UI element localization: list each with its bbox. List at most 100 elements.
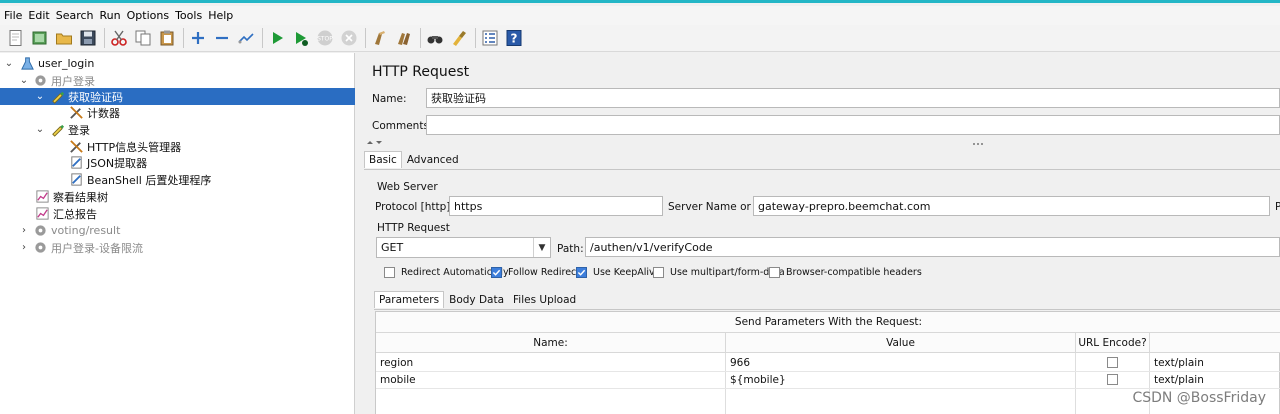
http-request-panel: HTTP Request Name: 获取验证码 Comments: Basic… <box>356 53 1280 414</box>
tools-icon <box>68 139 84 155</box>
column-header-value[interactable]: Value <box>726 332 1076 353</box>
comments-field[interactable] <box>426 115 1280 135</box>
stop-icon[interactable]: STOP <box>315 28 335 48</box>
chevron-down-icon[interactable]: ▼ <box>533 238 550 257</box>
table-cell-value[interactable]: 966 <box>726 354 1076 371</box>
multipart-checkbox[interactable]: Use multipart/form-data <box>653 267 785 278</box>
shutdown-icon[interactable] <box>339 28 359 48</box>
follow-redirects-checkbox[interactable]: Follow Redirects <box>491 267 585 278</box>
paste-icon[interactable] <box>157 28 177 48</box>
listener-icon <box>34 189 50 205</box>
tree-node-json-extractor[interactable]: JSON提取器 <box>0 154 355 171</box>
chevron-down-icon[interactable]: ⌄ <box>34 124 46 135</box>
browser-compatible-checkbox[interactable]: Browser-compatible headers <box>769 267 922 278</box>
tree-node-sampler[interactable]: ⌄ 登录 <box>0 121 355 138</box>
tree-node-beanshell[interactable]: BeanShell 后置处理程序 <box>0 171 355 188</box>
tree-node-sampler-selected[interactable]: ⌄ 获取验证码 <box>0 88 355 105</box>
tab-parameters[interactable]: Parameters <box>374 291 445 308</box>
post-processor-icon <box>68 172 84 188</box>
checkbox-unchecked-icon <box>384 267 395 278</box>
tree-node-counter[interactable]: 计数器 <box>0 104 355 121</box>
chevron-down-icon[interactable]: ⌄ <box>3 58 15 69</box>
menu-options[interactable]: Options <box>127 9 169 22</box>
split-divider[interactable] <box>362 139 1280 149</box>
toolbar-separator <box>475 28 476 48</box>
tree-node-header-manager[interactable]: HTTP信息头管理器 <box>0 138 355 155</box>
table-cell-content-type[interactable]: text/plain <box>1150 354 1280 371</box>
tree-node-label: 计数器 <box>87 106 120 120</box>
url-encode-checkbox[interactable] <box>1107 374 1118 385</box>
menu-search[interactable]: Search <box>56 9 94 22</box>
new-icon[interactable] <box>6 28 26 48</box>
gear-icon <box>32 240 48 256</box>
menu-help[interactable]: Help <box>208 9 233 22</box>
tree-node-root[interactable]: ⌄ user_login <box>0 55 355 72</box>
path-label: Path: <box>557 243 584 255</box>
tab-basic[interactable]: Basic <box>364 151 402 168</box>
search-icon[interactable] <box>425 28 445 48</box>
name-field[interactable]: 获取验证码 <box>426 88 1280 108</box>
tree-node-label: BeanShell 后置处理程序 <box>87 173 212 187</box>
tree-node-thread-group-2[interactable]: › voting/result <box>0 222 355 239</box>
column-header-encode[interactable]: URL Encode? <box>1076 332 1150 353</box>
use-keepalive-checkbox[interactable]: Use KeepAlive <box>576 267 661 278</box>
path-field[interactable]: /authen/v1/verifyCode <box>585 237 1280 257</box>
toolbar: STOP ? <box>0 25 1280 52</box>
table-cell-name[interactable]: region <box>376 354 726 371</box>
collapse-icon[interactable] <box>212 28 232 48</box>
tree-node-thread-group[interactable]: ⌄ 用户登录 <box>0 72 355 89</box>
clear-all-icon[interactable] <box>394 28 414 48</box>
checkbox-label: Use KeepAlive <box>593 267 661 278</box>
start-no-pause-icon[interactable] <box>291 28 311 48</box>
save-icon[interactable] <box>78 28 98 48</box>
tree-node-thread-group-3[interactable]: › 用户登录-设备限流 <box>0 239 355 256</box>
toolbar-separator <box>420 28 421 48</box>
method-select[interactable]: GET ▼ <box>376 237 551 258</box>
templates-icon[interactable] <box>30 28 50 48</box>
toolbar-separator <box>365 28 366 48</box>
tab-underline <box>374 309 1280 310</box>
tab-files-upload[interactable]: Files Upload <box>509 292 580 308</box>
redirect-automatically-checkbox[interactable]: Redirect Automatically <box>384 267 509 278</box>
tree-node-result-tree[interactable]: 察看结果树 <box>0 188 355 205</box>
cut-icon[interactable] <box>109 28 129 48</box>
menu-edit[interactable]: Edit <box>28 9 49 22</box>
table-cell-content-type[interactable]: text/plain <box>1150 371 1280 388</box>
open-icon[interactable] <box>54 28 74 48</box>
column-header-name[interactable]: Name: <box>376 332 726 353</box>
test-plan-tree[interactable]: ⌄ user_login ⌄ 用户登录 ⌄ 获取验证码 计数器 ⌄ 登录 HTT… <box>0 53 355 414</box>
menu-file[interactable]: File <box>4 9 22 22</box>
toggle-icon[interactable] <box>236 28 256 48</box>
chevron-right-icon[interactable]: › <box>18 242 30 253</box>
tab-body-data[interactable]: Body Data <box>445 292 508 308</box>
name-label: Name: <box>372 93 407 105</box>
chevron-right-icon[interactable]: › <box>18 225 30 236</box>
tree-node-summary-report[interactable]: 汇总报告 <box>0 205 355 222</box>
url-encode-checkbox[interactable] <box>1107 357 1118 368</box>
table-cell-name[interactable]: mobile <box>376 371 726 388</box>
chevron-down-icon[interactable]: ⌄ <box>34 91 46 102</box>
reset-search-icon[interactable] <box>449 28 469 48</box>
tree-node-label: user_login <box>38 57 95 70</box>
server-field[interactable]: gateway-prepro.beemchat.com <box>753 196 1270 216</box>
protocol-field[interactable]: https <box>449 196 663 216</box>
table-cell-value[interactable]: ${mobile} <box>726 371 1076 388</box>
expand-icon[interactable] <box>188 28 208 48</box>
tree-node-label: 登录 <box>68 123 90 137</box>
tree-node-label: HTTP信息头管理器 <box>87 140 182 154</box>
menu-run[interactable]: Run <box>100 9 121 22</box>
copy-icon[interactable] <box>133 28 153 48</box>
help-icon[interactable]: ? <box>504 28 524 48</box>
tree-node-label: 用户登录-设备限流 <box>51 241 143 255</box>
clear-icon[interactable] <box>370 28 390 48</box>
start-icon[interactable] <box>267 28 287 48</box>
svg-text:STOP: STOP <box>317 36 333 43</box>
menu-tools[interactable]: Tools <box>175 9 202 22</box>
checkbox-label: Use multipart/form-data <box>670 267 785 278</box>
chevron-down-icon[interactable]: ⌄ <box>18 75 30 86</box>
toolbar-separator <box>183 28 184 48</box>
tab-advanced[interactable]: Advanced <box>403 152 463 168</box>
column-header-content-type[interactable] <box>1150 332 1280 353</box>
http-request-title: HTTP Request <box>377 222 450 234</box>
function-helper-icon[interactable] <box>480 28 500 48</box>
